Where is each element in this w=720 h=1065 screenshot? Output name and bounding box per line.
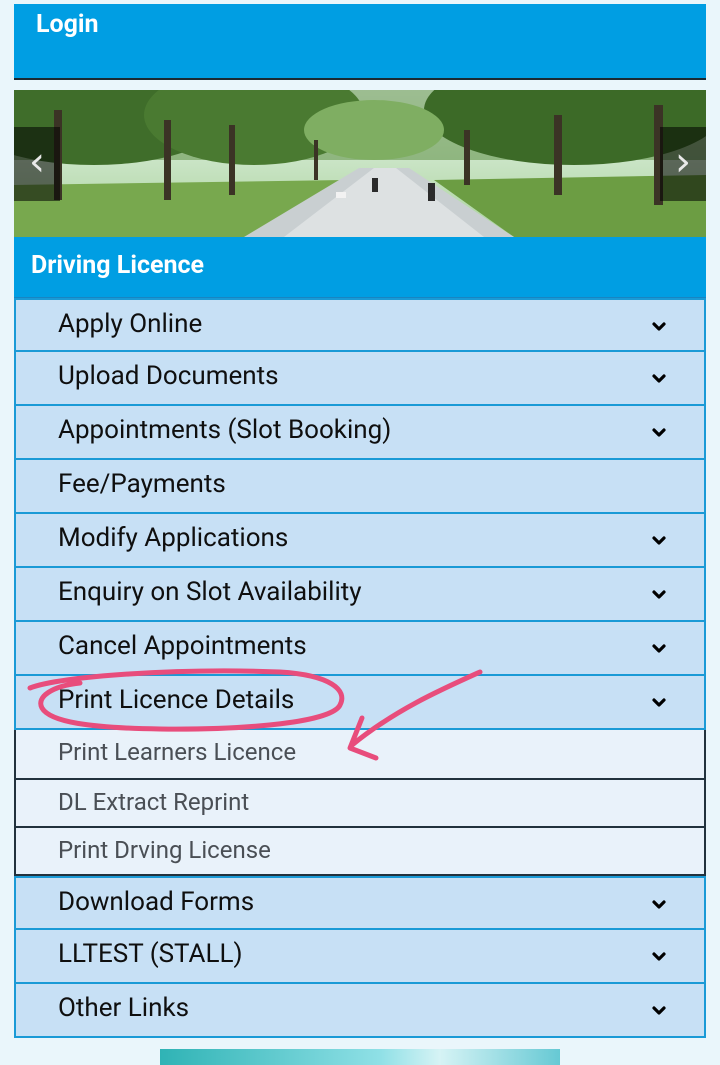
chevron-down-icon[interactable] (652, 372, 666, 386)
chevron-down-icon[interactable] (652, 898, 666, 912)
chevron-down-icon[interactable] (652, 642, 666, 656)
menu-item-cancel-appointments[interactable]: Cancel Appointments (14, 622, 706, 676)
submenu-item-print-learners-licence[interactable]: Print Learners Licence (16, 730, 704, 778)
menu-item-label: Fee/Payments (58, 469, 226, 499)
submenu-item-print-drving-license[interactable]: Print Drving License (16, 826, 704, 874)
menu-item-enquiry-on-slot-availability[interactable]: Enquiry on Slot Availability (14, 568, 706, 622)
menu-item-label: Print Licence Details (58, 685, 295, 715)
print-licence-submenu: Print Learners Licence DL Extract Reprint… (14, 730, 706, 876)
chevron-left-icon[interactable]: ‹ (14, 127, 60, 201)
menu-item-label: Download Forms (58, 887, 255, 917)
page: Login ‹ › Driving Licence Apply Online U… (0, 0, 720, 1065)
menu-item-print-licence-details[interactable]: Print Licence Details (14, 676, 706, 730)
submenu-item-label: Print Drving License (58, 836, 271, 864)
menu-item-label: Enquiry on Slot Availability (58, 577, 362, 607)
menu-item-label: Appointments (Slot Booking) (58, 415, 392, 445)
bottom-banner-image (160, 1049, 560, 1065)
submenu-item-label: DL Extract Reprint (58, 788, 250, 816)
submenu-item-dl-extract-reprint[interactable]: DL Extract Reprint (16, 778, 704, 826)
menu-item-label: Modify Applications (58, 523, 289, 553)
image-carousel: ‹ › (14, 90, 706, 237)
menu-item-label: Upload Documents (58, 361, 279, 391)
chevron-down-icon[interactable] (652, 588, 666, 602)
login-bar[interactable]: Login (14, 4, 706, 80)
menu-item-lltest-stall[interactable]: LLTEST (STALL) (14, 930, 706, 984)
chevron-right-icon[interactable]: › (660, 127, 706, 201)
menu-item-label: Other Links (58, 993, 190, 1023)
menu-item-download-forms[interactable]: Download Forms (14, 876, 706, 930)
login-link[interactable]: Login (36, 10, 99, 39)
chevron-down-icon[interactable] (652, 696, 666, 710)
section-title: Driving Licence (31, 251, 205, 280)
chevron-down-icon[interactable] (652, 1004, 666, 1018)
chevron-down-icon[interactable] (652, 426, 666, 440)
submenu-item-label: Print Learners Licence (58, 738, 297, 766)
menu-item-appointments-slot-booking[interactable]: Appointments (Slot Booking) (14, 406, 706, 460)
menu-item-modify-applications[interactable]: Modify Applications (14, 514, 706, 568)
menu-item-apply-online[interactable]: Apply Online (14, 298, 706, 352)
chevron-down-icon[interactable] (652, 534, 666, 548)
menu-item-other-links[interactable]: Other Links (14, 984, 706, 1038)
menu-item-label: Cancel Appointments (58, 631, 307, 661)
chevron-down-icon[interactable] (652, 320, 666, 334)
chevron-down-icon[interactable] (652, 950, 666, 964)
menu-item-label: Apply Online (58, 309, 203, 339)
menu-item-label: LLTEST (STALL) (58, 939, 243, 969)
driving-licence-menu: Apply Online Upload Documents Appointments… (14, 298, 706, 1038)
carousel-road-image (14, 90, 706, 237)
menu-item-upload-documents[interactable]: Upload Documents (14, 352, 706, 406)
section-header: Driving Licence (14, 237, 706, 298)
menu-item-fee-payments[interactable]: Fee/Payments (14, 460, 706, 514)
